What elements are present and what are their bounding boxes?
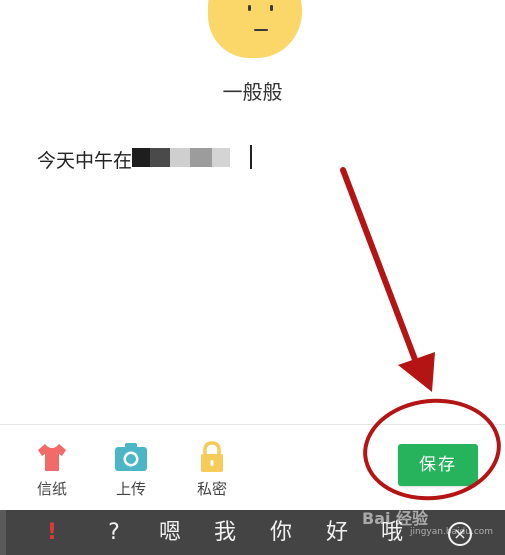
candidate-item[interactable]: ! — [34, 510, 70, 555]
stationery-button[interactable]: 信纸 — [20, 439, 84, 499]
candidate-item[interactable]: 好 — [319, 510, 355, 555]
upload-button[interactable]: 上传 — [99, 439, 163, 499]
stationery-label: 信纸 — [36, 480, 67, 498]
shirt-icon — [38, 444, 66, 471]
candidate-item[interactable]: 你 — [263, 510, 299, 555]
watermark-main: Bai 经验 — [362, 509, 429, 528]
private-toggle[interactable]: 私密 — [180, 439, 244, 499]
close-icon[interactable]: × — [448, 522, 472, 546]
watermark: Bai 经验 jingyan.baidu.com — [362, 505, 493, 537]
candidate-item[interactable]: 我 — [207, 510, 243, 555]
candidate-item[interactable]: ? — [96, 510, 132, 555]
upload-label: 上传 — [115, 480, 146, 498]
lock-icon — [201, 441, 223, 472]
camera-icon — [115, 443, 147, 471]
private-label: 私密 — [196, 480, 227, 498]
candidate-item[interactable]: 嗯 — [152, 510, 188, 555]
